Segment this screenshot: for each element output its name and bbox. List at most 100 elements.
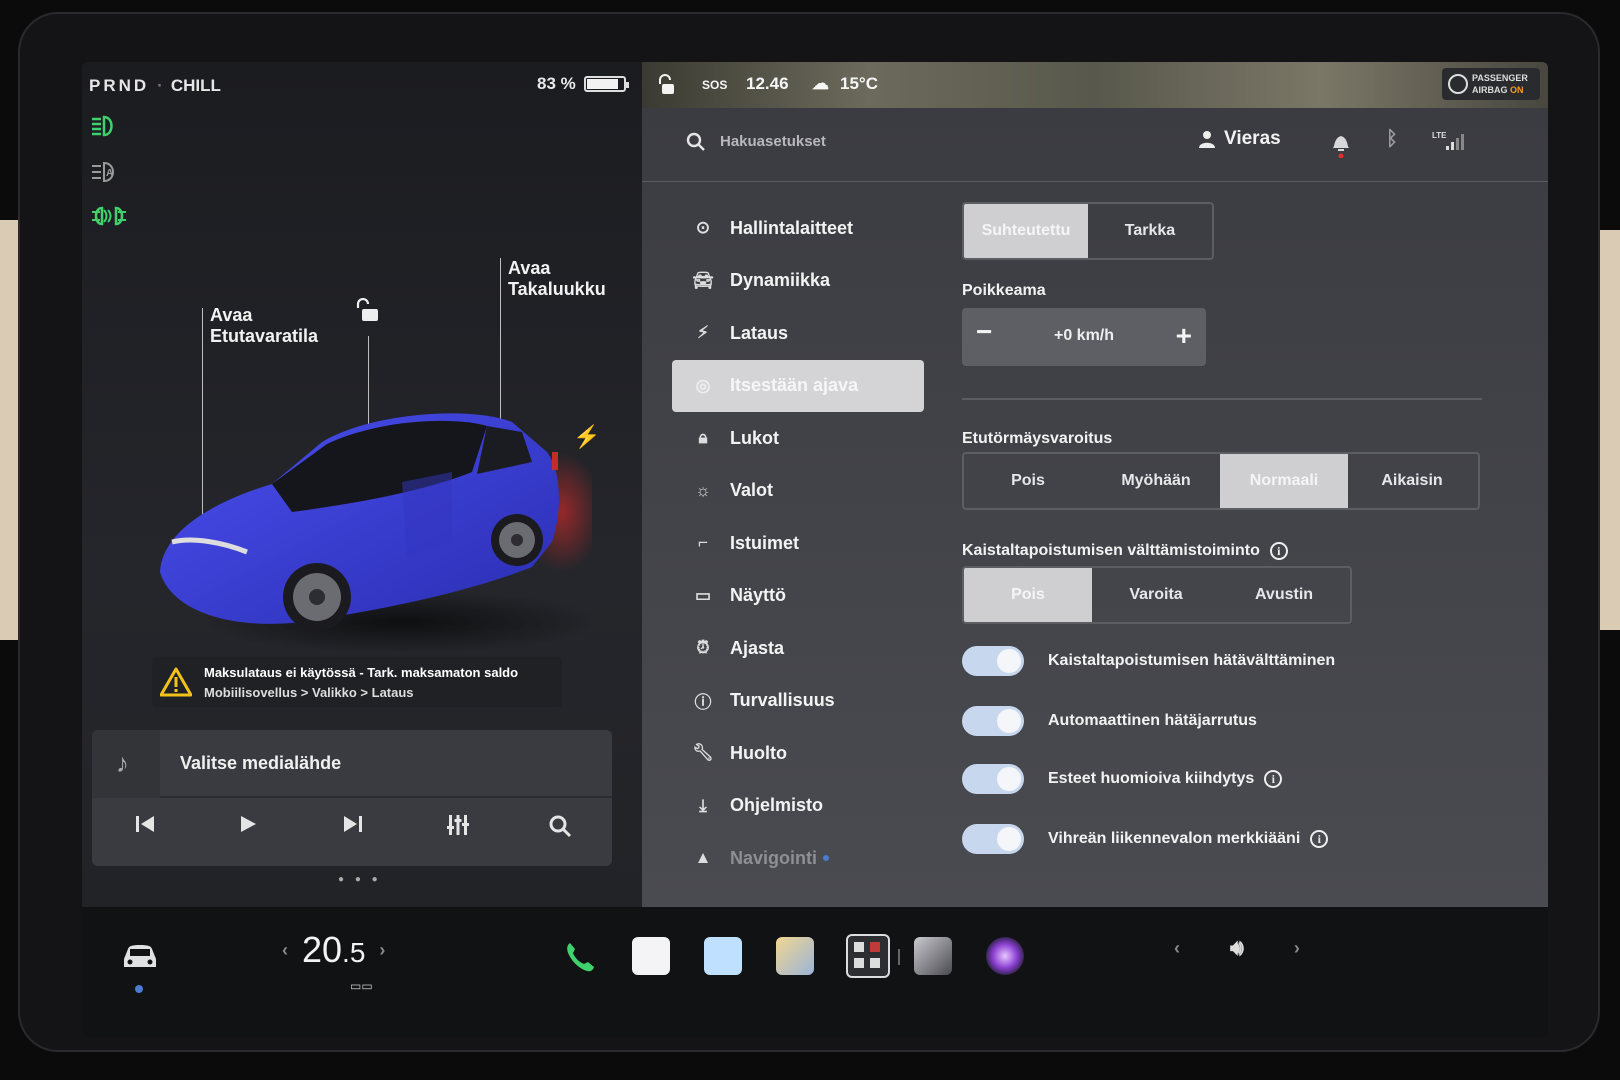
nav-item-2[interactable]: ⚡︎ Lataus [672,307,924,360]
browser-icon[interactable] [914,937,952,975]
toggle-knob [997,709,1021,733]
warning-icon [160,667,192,697]
battery-percent: 83 % [537,74,576,93]
media-search-icon[interactable] [548,814,572,844]
volume-up-button[interactable]: › [1294,938,1300,959]
toggle-label: Automaattinen hätäjarrutus [1048,712,1257,729]
media-art: ♪ [92,730,160,798]
open-frunk-button[interactable]: Avaa Etutavaratila [210,305,318,347]
nav-item-6[interactable]: ⌐ Istuimet [672,517,924,570]
info-icon[interactable]: i [1310,830,1329,848]
nav-item-12[interactable]: ▲ Navigointi [672,832,924,885]
toggle-switch[interactable] [962,706,1024,736]
nav-item-0[interactable]: ⊙ Hallintalaitteet [672,202,924,255]
notification-bell-icon[interactable] [1330,130,1352,159]
temp-increase-button[interactable]: › [379,940,385,961]
fog-lights-icon[interactable] [90,204,126,228]
auto-highbeam-icon[interactable]: A [90,160,126,184]
charging-alert[interactable]: Maksulataus ei käytössä - Tark. maksamat… [152,657,562,707]
nav-item-1[interactable]: 🚘︎ Dynamiikka [672,255,924,308]
nav-item-11[interactable]: ⤓ Ohjelmisto [672,780,924,833]
bottom-dock: ‹ 20.5 › ▭▭ ‹ 🔊︎ › [82,907,1548,1037]
cabin-temperature[interactable]: 20.5 [302,929,365,971]
headlights-on-icon[interactable] [90,114,126,138]
toybox-icon[interactable] [704,937,742,975]
temp-decrease-button[interactable]: ‹ [282,940,288,961]
music-note-icon: ♪ [116,748,129,778]
fcw-option[interactable]: Pois [964,454,1092,508]
info-circle-icon: ⓘ [694,693,712,713]
nav-item-label: Huolto [730,742,787,763]
nav-item-7[interactable]: ▭ Näyttö [672,570,924,623]
speed-limit-mode-selector: Suhteutettu Tarkka [962,202,1214,260]
dock-divider [898,949,900,965]
nav-item-label: Lataus [730,322,789,343]
volume-down-button[interactable]: ‹ [1174,938,1180,959]
nav-item-4[interactable]: 🔒︎ Lukot [672,412,924,465]
settings-search-input[interactable] [720,128,1120,154]
lda-option[interactable]: Pois [964,568,1092,622]
equalizer-icon[interactable] [446,814,470,842]
car-menu-indicator [135,985,143,993]
open-trunk-button[interactable]: Avaa Takaluukku [508,258,606,300]
dashcam-icon[interactable] [846,934,890,978]
toggle-switch[interactable] [962,646,1024,676]
bolt-icon: ⚡︎ [697,323,709,343]
driver-profile-button[interactable]: Vieras [1198,128,1281,150]
toggle-label: Kaistaltapoistumisen hätävälttäminen [1048,652,1336,669]
bluetooth-icon[interactable]: ᛒ [1386,128,1398,151]
toggle-icon: ⊙ [695,218,711,238]
next-icon[interactable] [342,814,364,840]
previous-icon[interactable] [134,814,156,840]
media-source-row[interactable]: ♪ Valitse medialähde [92,730,612,798]
sun-icon: ☼ [695,480,711,500]
airbag-state: ON [1510,85,1524,95]
nav-item-3[interactable]: ◎ Itsestään ajava [672,359,924,412]
speaker-icon[interactable]: 🔊︎ [1230,935,1244,961]
background-wall-left [0,220,18,640]
nav-item-9[interactable]: ⓘ Turvallisuus [672,675,924,728]
speed-offset-stepper: − +0 km/h + [962,308,1206,366]
speed-mode-option[interactable]: Suhteutettu [964,204,1088,258]
lda-option[interactable]: Avustin [1220,568,1348,622]
lda-option[interactable]: Varoita [1092,568,1220,622]
car-menu-icon[interactable] [120,941,160,971]
toggle-knob [997,827,1021,851]
nav-item-5[interactable]: ☼ Valot [672,465,924,518]
toggle-knob [997,767,1021,791]
calendar-icon[interactable] [632,937,670,975]
photos-icon[interactable] [776,937,814,975]
sos-indicator: SOS [702,78,728,92]
steering-wheel-icon: ◎ [695,375,711,395]
nav-item-8[interactable]: ⏰︎ Ajasta [672,622,924,675]
svg-text:A: A [106,168,113,179]
nav-item-10[interactable]: 🔧︎ Huolto [672,727,924,780]
wrench-icon: 🔧︎ [692,743,714,763]
nav-item-label: Dynamiikka [730,270,831,291]
battery-status: 83 % [537,74,629,94]
increase-offset-button[interactable]: + [1176,320,1192,352]
unlock-icon[interactable] [354,297,380,324]
fcw-option[interactable]: Normaali [1220,454,1348,508]
fcw-option[interactable]: Aikaisin [1348,454,1476,508]
nav-item-label: Näyttö [730,585,787,606]
forward-collision-warning-selector: Pois Myöhään Normaali Aikaisin [962,452,1480,510]
info-icon[interactable]: i [1269,542,1288,560]
camera-icon[interactable] [986,937,1024,975]
lda-label: Kaistaltapoistumisen välttämistoiminto i [962,542,1288,560]
speed-mode-option[interactable]: Tarkka [1088,204,1212,258]
toggle-row: Kaistaltapoistumisen hätävälttäminen [962,644,1335,678]
nav-item-label: Valot [730,480,774,501]
temp-dec: .5 [342,937,366,968]
phone-icon[interactable] [560,937,602,975]
toggle-switch[interactable] [962,824,1024,854]
fcw-option[interactable]: Myöhään [1092,454,1220,508]
lane-departure-avoidance-selector: Pois Varoita Avustin [962,566,1352,624]
info-icon[interactable]: i [1264,770,1283,788]
lda-label-text: Kaistaltapoistumisen välttämistoiminto [962,542,1260,560]
airbag-line1: PASSENGER [1472,73,1528,83]
seat-heater-icon[interactable]: ▭▭ [350,979,373,993]
play-icon[interactable] [238,814,258,840]
toggle-switch[interactable] [962,764,1024,794]
settings-nav: ⊙ Hallintalaitteet 🚘︎ Dynamiikka ⚡︎ Lataus ◎ It… [672,202,924,885]
